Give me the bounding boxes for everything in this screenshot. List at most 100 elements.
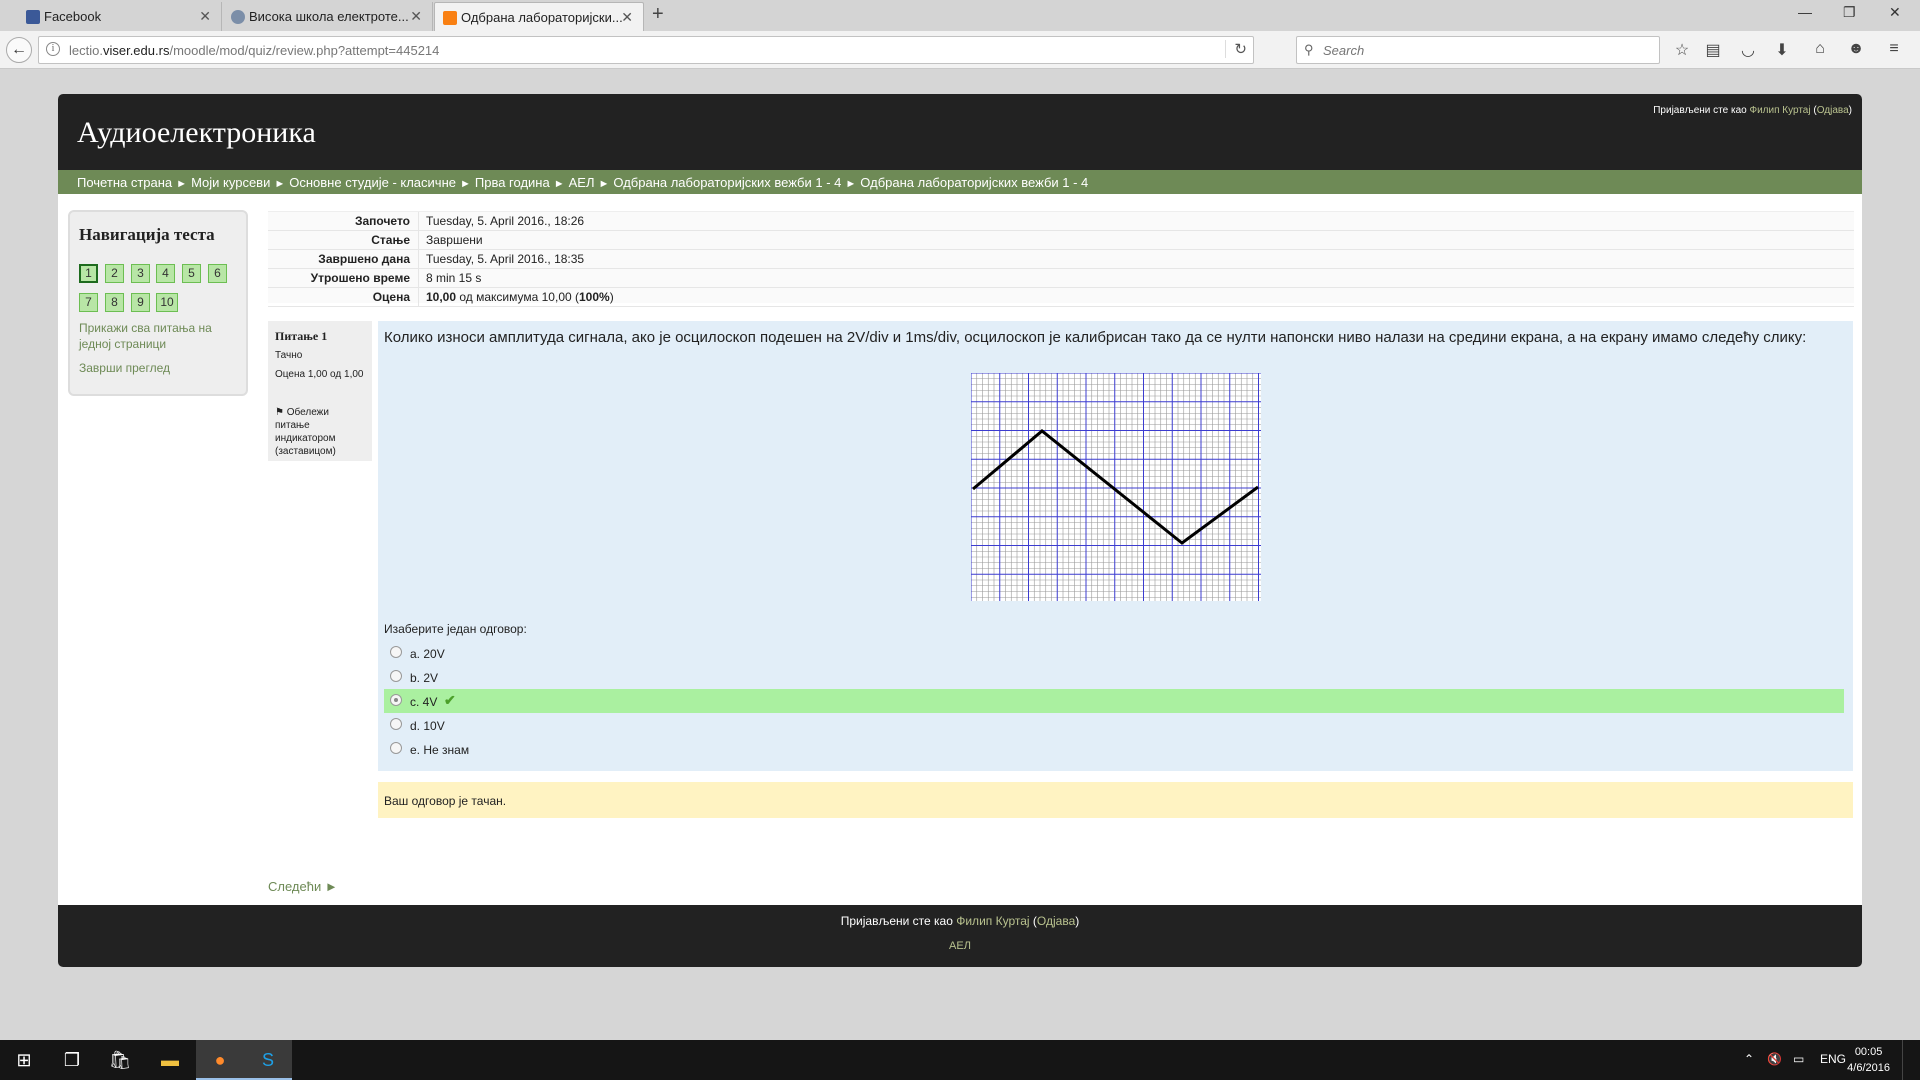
address-bar[interactable]: i lectio.viser.edu.rs/moodle/mod/quiz/re… [38,36,1254,64]
answer-option-c[interactable]: c. 4V ✔ [384,689,1844,713]
answer-option-d[interactable]: d. 10V [384,713,1844,737]
question-nav-button-3[interactable]: 3 [131,264,150,283]
show-desktop-button[interactable] [1902,1040,1920,1080]
question-nav-button-9[interactable]: 9 [131,293,150,312]
answer-label: a. 20V [410,647,445,661]
breadcrumb-home[interactable]: Почетна страна [77,175,172,190]
correct-check-icon: ✔ [444,692,456,708]
answer-radio[interactable] [390,742,402,754]
answer-option-b[interactable]: b. 2V [384,665,1844,689]
language-indicator[interactable]: ENG [1820,1052,1846,1066]
volume-muted-icon[interactable]: 🔇 [1767,1052,1782,1066]
summary-key: Утрошено време [310,271,410,285]
footer-login-info: Пријављени сте као Филип Куртај (Одјава) [840,914,1080,928]
firefox-icon[interactable]: ● [196,1040,244,1080]
question-grade: Оцена 1,00 од 1,00 [275,369,364,380]
question-nav-button-2[interactable]: 2 [105,264,124,283]
info-icon[interactable]: i [46,42,60,56]
oscilloscope-minor-grid [971,373,1261,601]
search-input[interactable] [1323,41,1643,59]
footer-user-link[interactable]: Филип Куртај [956,914,1029,928]
question-nav-button-4[interactable]: 4 [156,264,175,283]
answer-label: e. Не знам [410,743,470,757]
feedback-text: Ваш одговор је тачан. [384,794,507,808]
question-number: Питање 1 [275,329,328,343]
windows-start-icon[interactable]: ⊞ [0,1040,48,1080]
question-nav-button-6[interactable]: 6 [208,264,227,283]
summary-row: Оцена 10,00 од максимума 10,00 (100%) [268,288,1854,307]
answer-option-e[interactable]: e. Не знам [384,737,1844,761]
bookmark-star-icon[interactable]: ☆ [1672,40,1692,60]
answer-radio[interactable] [390,646,402,658]
answer-option-a[interactable]: a. 20V [384,641,1844,665]
flag-icon: ⚑ [275,407,284,418]
breadcrumb-my-courses[interactable]: Моји курсеви [191,175,270,190]
question-nav-button-10[interactable]: 10 [156,293,178,312]
answer-radio[interactable] [390,718,402,730]
back-arrow-icon[interactable]: ← [6,37,32,63]
flag-question-toggle[interactable]: ⚑ Обележи питање индикатором (заставицом… [275,406,365,458]
summary-key: Започето [354,214,410,228]
show-all-questions-link[interactable]: Прикажи сва питања на једној страници [79,320,239,352]
new-tab-icon[interactable]: + [652,3,664,26]
close-tab-icon[interactable]: ✕ [621,9,633,26]
summary-row: Започето Tuesday, 5. April 2016., 18:26 [268,212,1854,231]
store-icon[interactable]: 🛍 [96,1040,144,1080]
attempt-summary-table: Започето Tuesday, 5. April 2016., 18:26 … [268,211,1854,307]
file-explorer-icon[interactable]: ▬ [146,1040,194,1080]
browser-tab-bar: Facebook ✕ Висока школа електроте... ✕ О… [0,0,1920,31]
reload-icon[interactable]: ↻ [1225,40,1247,58]
system-clock[interactable]: 00:05 4/6/2016 [1847,1044,1890,1076]
search-bar[interactable]: ⚲ [1296,36,1660,64]
summary-row: Стање Завршени [268,231,1854,250]
logout-link[interactable]: Одјава [1817,105,1849,116]
answer-label: d. 10V [410,719,445,733]
summary-key: Стање [371,233,410,247]
finish-review-link[interactable]: Заврши преглед [79,360,170,376]
answer-radio[interactable] [390,694,402,706]
home-icon[interactable]: ⌂ [1810,40,1830,58]
breadcrumb-studies[interactable]: Основне студије - класичне [289,175,456,190]
close-window-icon[interactable]: ✕ [1889,4,1901,21]
breadcrumb-quiz[interactable]: Одбрана лабораторијских вежби 1 - 4 [860,175,1088,190]
notification-icon[interactable]: ▭ [1793,1052,1804,1066]
footer-logout-link[interactable]: Одјава [1037,914,1075,928]
close-tab-icon[interactable]: ✕ [199,8,211,25]
reading-list-icon[interactable]: ▤ [1703,40,1723,60]
summary-value: Tuesday, 5. April 2016., 18:26 [426,214,585,228]
menu-icon[interactable]: ≡ [1884,40,1904,58]
minimize-icon[interactable]: — [1798,4,1812,20]
breadcrumb-year[interactable]: Прва година [475,175,550,190]
summary-value: Tuesday, 5. April 2016., 18:35 [426,252,585,266]
question-nav-button-8[interactable]: 8 [105,293,124,312]
pocket-icon[interactable]: ◡ [1738,40,1758,60]
breadcrumb-course[interactable]: АЕЛ [569,175,595,190]
question-nav-button-7[interactable]: 7 [79,293,98,312]
answer-radio[interactable] [390,670,402,682]
login-info: Пријављени сте као Филип Куртај (Одјава) [1653,105,1852,116]
answer-prompt: Изаберите један одговор: [384,622,527,636]
answer-label: b. 2V [410,671,439,685]
browser-nav-bar: ← i lectio.viser.edu.rs/moodle/mod/quiz/… [0,31,1920,69]
question-nav-button-1[interactable]: 1 [79,264,98,283]
tab-school[interactable]: Висока школа електроте... ✕ [223,2,433,31]
chat-icon[interactable]: ☻ [1846,40,1866,58]
skype-icon[interactable]: S [244,1040,292,1080]
close-tab-icon[interactable]: ✕ [410,8,422,25]
tab-quiz-review[interactable]: Одбрана лабораторијски... ✕ [434,2,644,31]
footer-course-link[interactable]: АЕЛ [58,940,1862,952]
quiz-navigation-block: Навигација теста 1 2 3 4 5 6 7 8 9 10 Пр… [68,210,248,396]
tab-facebook[interactable]: Facebook ✕ [18,2,222,31]
clock-time: 00:05 [1854,1046,1883,1058]
url-text: lectio.viser.edu.rs/moodle/mod/quiz/revi… [69,43,440,58]
breadcrumb-section[interactable]: Одбрана лабораторијских вежби 1 - 4 [613,175,841,190]
next-page-link[interactable]: Следећи ► [268,879,338,894]
tray-chevron-icon[interactable]: ⌃ [1744,1052,1754,1066]
user-link[interactable]: Филип Куртај [1749,105,1810,116]
download-icon[interactable]: ⬇ [1772,40,1792,60]
restore-icon[interactable]: ❐ [1843,4,1856,21]
task-view-icon[interactable]: ❐ [48,1040,96,1080]
question-nav-button-5[interactable]: 5 [182,264,201,283]
summary-value: 10,00 од максимума 10,00 (100%) [426,290,614,304]
question-state: Тачно [275,350,303,361]
